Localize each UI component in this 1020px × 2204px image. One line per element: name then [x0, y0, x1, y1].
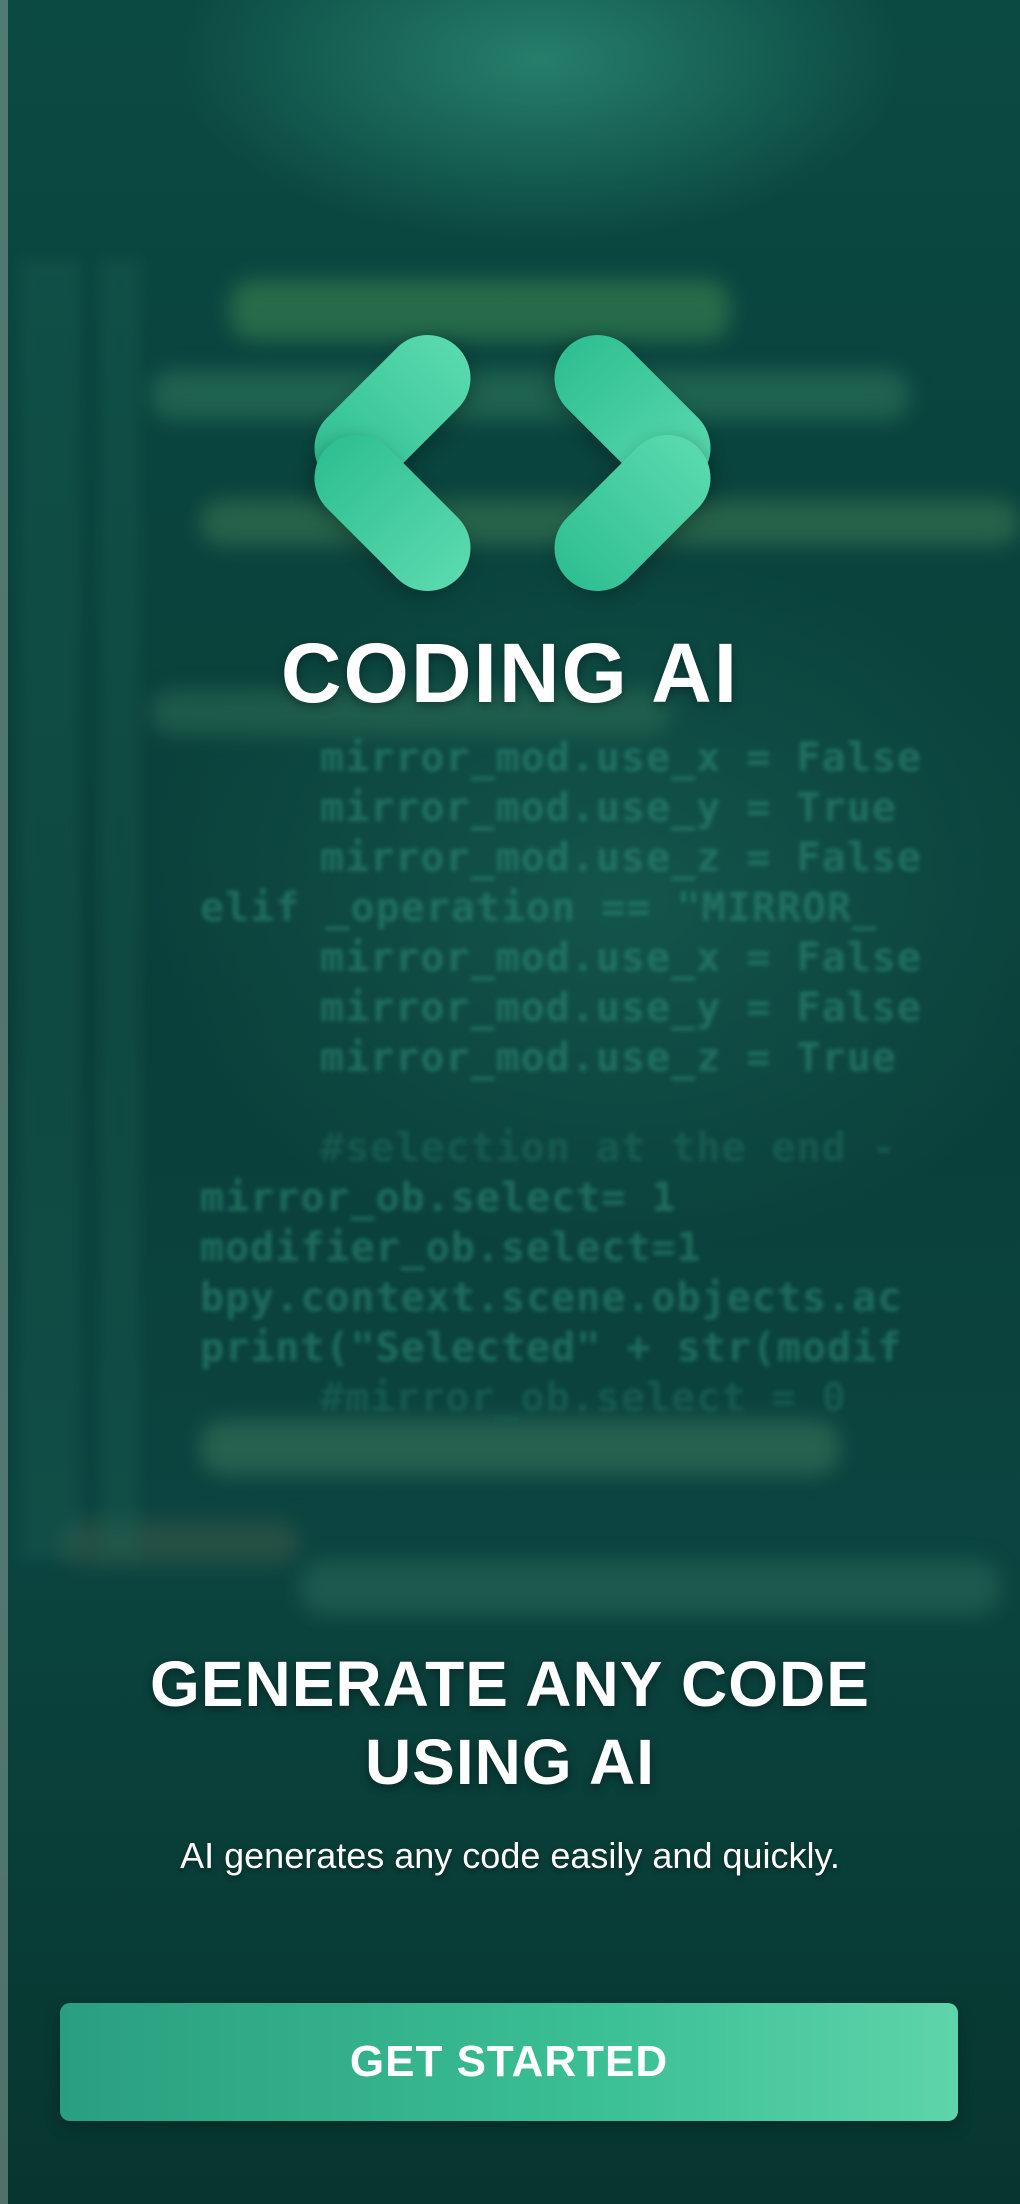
headline-line-2: USING AI: [364, 1726, 656, 1798]
left-edge-strip: [0, 0, 8, 2204]
blurred-code-blob: [60, 1520, 300, 1565]
blurred-code-blob: [200, 1420, 840, 1475]
get-started-button[interactable]: GET STARTED: [60, 2003, 958, 2121]
code-line: mirror_mod.use_z = False: [320, 835, 922, 881]
code-line: print("Selected" + str(modif: [200, 1325, 903, 1371]
code-line: #mirror_ob.select = 0: [320, 1375, 847, 1421]
code-brackets-icon: [290, 317, 730, 609]
blurred-column: [100, 260, 140, 1560]
onboarding-screen: mirror_mod.use_x = False mirror_mod.use_…: [0, 0, 1020, 2204]
onboarding-subtitle: AI generates any code easily and quickly…: [180, 1835, 840, 1876]
code-line: #selection at the end -: [320, 1125, 897, 1171]
blurred-code-blob: [300, 1560, 1000, 1615]
code-line: mirror_mod.use_z = True: [320, 1035, 897, 1081]
code-line: mirror_mod.use_y = False: [320, 985, 922, 1031]
code-line: mirror_mod.use_x = False: [320, 735, 922, 781]
code-line: mirror_ob.select= 1: [200, 1175, 677, 1221]
code-line: bpy.context.scene.objects.ac: [200, 1275, 903, 1321]
code-line: mirror_mod.use_y = True: [320, 785, 897, 831]
code-line: elif _operation == "MIRROR_: [200, 885, 878, 931]
onboarding-headline: GENERATE ANY CODE USING AI: [60, 1645, 960, 1801]
code-line: mirror_mod.use_x = False: [320, 935, 922, 981]
app-title: CODING AI: [280, 626, 740, 720]
code-line: modifier_ob.select=1: [200, 1225, 702, 1271]
blurred-code-blob: [230, 280, 730, 340]
blurred-column: [20, 260, 80, 1560]
headline-line-1: GENERATE ANY CODE: [150, 1648, 870, 1720]
